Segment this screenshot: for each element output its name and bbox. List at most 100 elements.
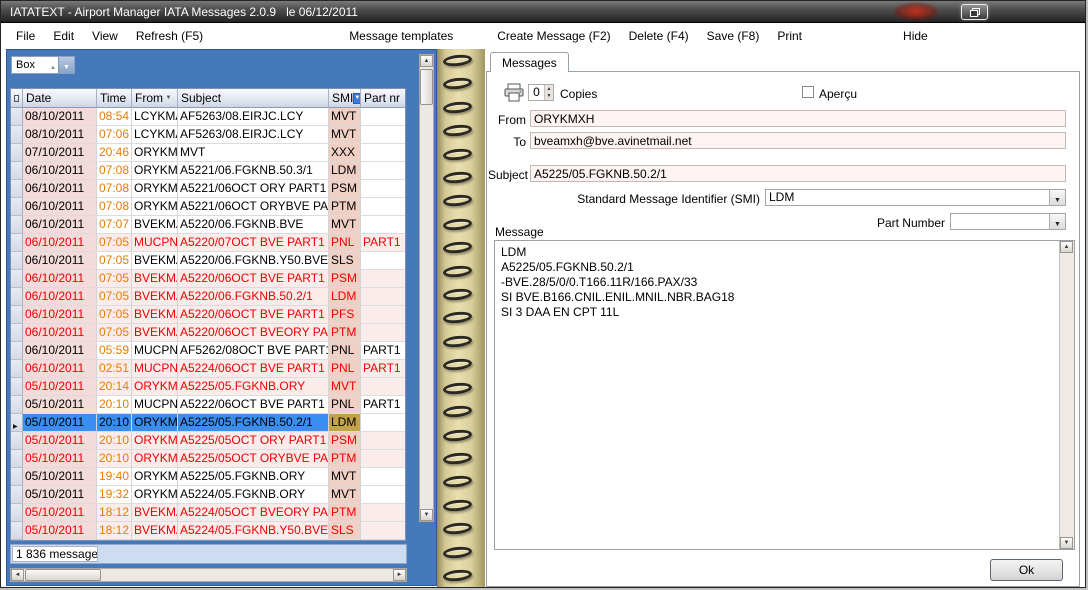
subject-field[interactable]: [530, 165, 1066, 182]
scroll-left-button[interactable]: [11, 569, 24, 581]
table-row[interactable]: 05/10/201120:10MUCPNAFA5222/06OCT BVE PA…: [11, 396, 405, 414]
smi-dropdown-button[interactable]: [1049, 190, 1065, 205]
row-part-cell: [361, 270, 405, 288]
vertical-scrollbar[interactable]: [419, 54, 434, 522]
grid-header-smi-label: SMI: [332, 91, 353, 105]
table-row[interactable]: 08/10/201107:06LCYKMAFAF5263/08.EIRJC.LC…: [11, 126, 405, 144]
table-row[interactable]: 06/10/201107:05BVEKMAFA5220/06OCT BVEORY…: [11, 324, 405, 342]
menu-item-create-message-f2[interactable]: Create Message (F2): [494, 27, 613, 45]
row-smi-cell: MVT: [329, 126, 361, 144]
grid-header: Date Time From Subject SMI Part nr: [11, 89, 405, 108]
grid-header-rowsel[interactable]: [11, 89, 23, 108]
row-from-cell: BVEKMAF: [132, 216, 178, 234]
table-row[interactable]: 05/10/201120:10ORYKMXHA5225/05.FGKNB.50.…: [11, 414, 405, 432]
part-number-value: [951, 214, 1049, 229]
copies-value[interactable]: 0: [529, 85, 544, 100]
box-selector[interactable]: Box: [11, 56, 75, 74]
row-smi-cell: SLS: [329, 522, 361, 540]
grid-header-partnr[interactable]: Part nr: [361, 89, 405, 108]
row-rowsel-cell: [11, 234, 23, 252]
row-smi-cell: PSM: [329, 180, 361, 198]
smi-dropdown[interactable]: LDM: [765, 189, 1066, 206]
horizontal-scrollbar[interactable]: [10, 568, 407, 582]
grid-header-from[interactable]: From: [132, 89, 178, 108]
spiral-ring: [443, 288, 473, 302]
table-row[interactable]: 06/10/201107:05MUCPNAFA5220/07OCT BVE PA…: [11, 234, 405, 252]
menu-item-save-f8[interactable]: Save (F8): [704, 27, 763, 45]
message-scroll-down-button[interactable]: [1060, 537, 1073, 549]
tab-messages[interactable]: Messages: [490, 52, 569, 72]
table-row[interactable]: 06/10/201107:05BVEKMAFA5220/06OCT BVE PA…: [11, 306, 405, 324]
table-row[interactable]: 06/10/201107:08ORYKMXHA5221/06OCT ORY PA…: [11, 180, 405, 198]
message-body-box[interactable]: LDM A5225/05.FGKNB.50.2/1 -BVE.28/5/0/0.…: [494, 240, 1075, 550]
preview-checkbox[interactable]: [802, 86, 814, 98]
row-from-cell: BVEKMAF: [132, 324, 178, 342]
row-smi-cell: MVT: [329, 486, 361, 504]
spiral-ring: [443, 194, 473, 208]
restore-button[interactable]: [961, 4, 988, 20]
menu-item-print[interactable]: Print: [774, 27, 805, 45]
table-row[interactable]: 06/10/201107:08ORYKMXHA5221/06.FGKNB.50.…: [11, 162, 405, 180]
increment-icon[interactable]: [545, 85, 553, 93]
scroll-right-button[interactable]: [393, 569, 406, 581]
grid-header-date[interactable]: Date: [23, 89, 97, 108]
message-scrollbar[interactable]: [1059, 241, 1074, 549]
copies-stepper[interactable]: 0: [528, 84, 554, 101]
menu-item-view[interactable]: View: [89, 27, 121, 45]
table-row[interactable]: 05/10/201118:12BVEKMAFA5224/05OCT BVEORY…: [11, 504, 405, 522]
from-field[interactable]: [530, 110, 1066, 127]
table-row[interactable]: 06/10/201107:05BVEKMAFA5220/06.FGKNB.Y50…: [11, 252, 405, 270]
menu-item-hide[interactable]: Hide: [900, 27, 931, 45]
table-row[interactable]: 05/10/201118:12BVEKMAFA5224/05.FGKNB.Y50…: [11, 522, 405, 540]
part-number-dropdown-button[interactable]: [1049, 214, 1065, 229]
table-row[interactable]: 05/10/201120:14ORYKMXHA5225/05.FGKNB.ORY…: [11, 378, 405, 396]
menu-item-delete-f4[interactable]: Delete (F4): [626, 27, 692, 45]
table-row[interactable]: 06/10/201107:05BVEKMAFA5220/06OCT BVE PA…: [11, 270, 405, 288]
close-button[interactable]: [893, 2, 939, 21]
ok-button[interactable]: Ok: [990, 559, 1063, 581]
table-row[interactable]: 05/10/201120:10ORYKMXHA5225/05OCT ORYBVE…: [11, 450, 405, 468]
row-time-cell: 20:10: [97, 450, 132, 468]
menu-item-file[interactable]: File: [13, 27, 38, 45]
row-subject-cell: A5221/06.FGKNB.50.3/1: [178, 162, 329, 180]
menu-item-edit[interactable]: Edit: [50, 27, 77, 45]
part-number-dropdown[interactable]: [950, 213, 1066, 230]
row-date-cell: 06/10/2011: [23, 306, 97, 324]
grid-header-smi[interactable]: SMI: [329, 89, 361, 108]
vertical-scrollbar-thumb[interactable]: [420, 69, 433, 105]
grid-header-subject[interactable]: Subject: [178, 89, 329, 108]
row-subject-cell: A5220/06.FGKNB.50.2/1: [178, 288, 329, 306]
box-dropdown-button[interactable]: [58, 57, 74, 73]
filter-active-icon[interactable]: [353, 93, 361, 104]
filter-icon[interactable]: [163, 93, 174, 104]
row-time-cell: 20:10: [97, 414, 132, 432]
table-row[interactable]: 05/10/201119:32ORYKMXHA5224/05.FGKNB.ORY…: [11, 486, 405, 504]
table-row[interactable]: 06/10/201107:08ORYKMXHA5221/06OCT ORYBVE…: [11, 198, 405, 216]
scroll-down-button[interactable]: [420, 509, 433, 521]
horizontal-scrollbar-thumb[interactable]: [25, 569, 101, 581]
grid-header-subject-label: Subject: [181, 91, 221, 105]
row-rowsel-cell: [11, 486, 23, 504]
grid-header-time[interactable]: Time: [97, 89, 132, 108]
table-row[interactable]: 06/10/201107:05BVEKMAFA5220/06.FGKNB.50.…: [11, 288, 405, 306]
decrement-icon[interactable]: [545, 93, 553, 101]
table-row[interactable]: 05/10/201120:10ORYKMXHA5225/05OCT ORY PA…: [11, 432, 405, 450]
row-part-cell: [361, 288, 405, 306]
row-part-cell: PART1: [361, 396, 405, 414]
from-label: From: [489, 113, 526, 127]
row-smi-cell: PNL: [329, 396, 361, 414]
table-row[interactable]: 06/10/201105:59MUCPNAFAF5262/08OCT BVE P…: [11, 342, 405, 360]
menu-item-refresh-f5[interactable]: Refresh (F5): [133, 27, 206, 45]
table-row[interactable]: 06/10/201107:07BVEKMAFA5220/06.FGKNB.BVE…: [11, 216, 405, 234]
message-scroll-up-button[interactable]: [1060, 241, 1073, 253]
table-row[interactable]: 07/10/201120:46ORYKMXHMVTXXX: [11, 144, 405, 162]
table-row[interactable]: 05/10/201119:40ORYKMXHA5225/05.FGKNB.ORY…: [11, 468, 405, 486]
table-row[interactable]: 06/10/201102:51MUCPNAFA5224/06OCT BVE PA…: [11, 360, 405, 378]
menu-item-message-templates[interactable]: Message templates: [346, 27, 456, 45]
print-button[interactable]: [503, 83, 525, 102]
to-field[interactable]: [530, 132, 1066, 149]
stepper-buttons[interactable]: [544, 85, 553, 100]
scroll-up-button[interactable]: [420, 55, 433, 67]
row-date-cell: 06/10/2011: [23, 342, 97, 360]
table-row[interactable]: 08/10/201108:54LCYKMAFAF5263/08.EIRJC.LC…: [11, 108, 405, 126]
